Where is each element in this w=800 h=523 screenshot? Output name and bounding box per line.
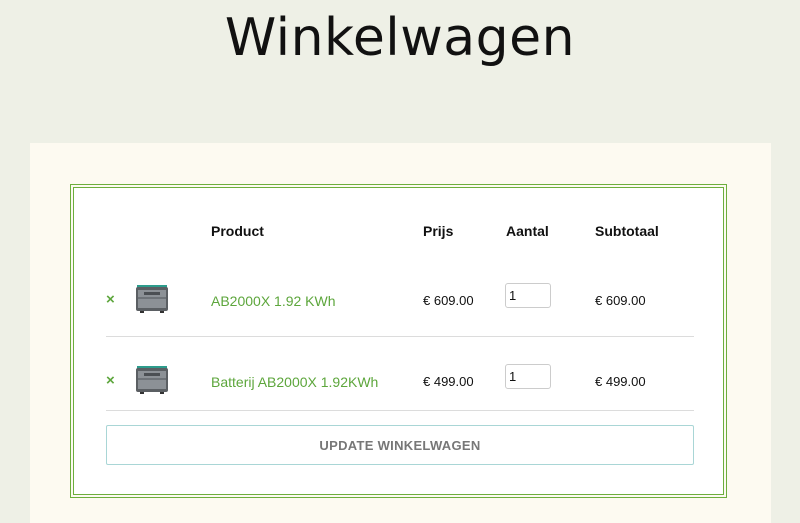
quantity-input[interactable] (505, 283, 551, 308)
column-header-product: Product (211, 223, 264, 239)
cart-table: Product Prijs Aantal Subtotaal × AB2000X… (70, 184, 727, 498)
product-subtotal: € 609.00 (595, 293, 646, 308)
battery-product-image[interactable] (134, 362, 170, 396)
product-name-link[interactable]: Batterij AB2000X 1.92KWh (211, 374, 378, 390)
product-price: € 499.00 (423, 374, 474, 389)
remove-item-icon[interactable]: × (106, 373, 115, 388)
product-name-link[interactable]: AB2000X 1.92 KWh (211, 293, 336, 309)
column-header-subtotal: Subtotaal (595, 223, 659, 239)
row-divider (106, 336, 694, 337)
cart-card: Product Prijs Aantal Subtotaal × AB2000X… (30, 143, 771, 523)
row-divider (106, 410, 694, 411)
cart-row: × AB2000X 1.92 KWh € 609.00 € 609.00 (106, 264, 694, 336)
column-header-quantity: Aantal (506, 223, 549, 239)
product-price: € 609.00 (423, 293, 474, 308)
remove-item-icon[interactable]: × (106, 292, 115, 307)
update-cart-button[interactable]: UPDATE WINKELWAGEN (106, 425, 694, 465)
product-subtotal: € 499.00 (595, 374, 646, 389)
column-header-price: Prijs (423, 223, 454, 239)
cart-row: × Batterij AB2000X 1.92KWh € 499.00 € 49… (106, 345, 694, 417)
page-title: Winkelwagen (224, 8, 576, 68)
quantity-input[interactable] (505, 364, 551, 389)
battery-product-image[interactable] (134, 281, 170, 315)
